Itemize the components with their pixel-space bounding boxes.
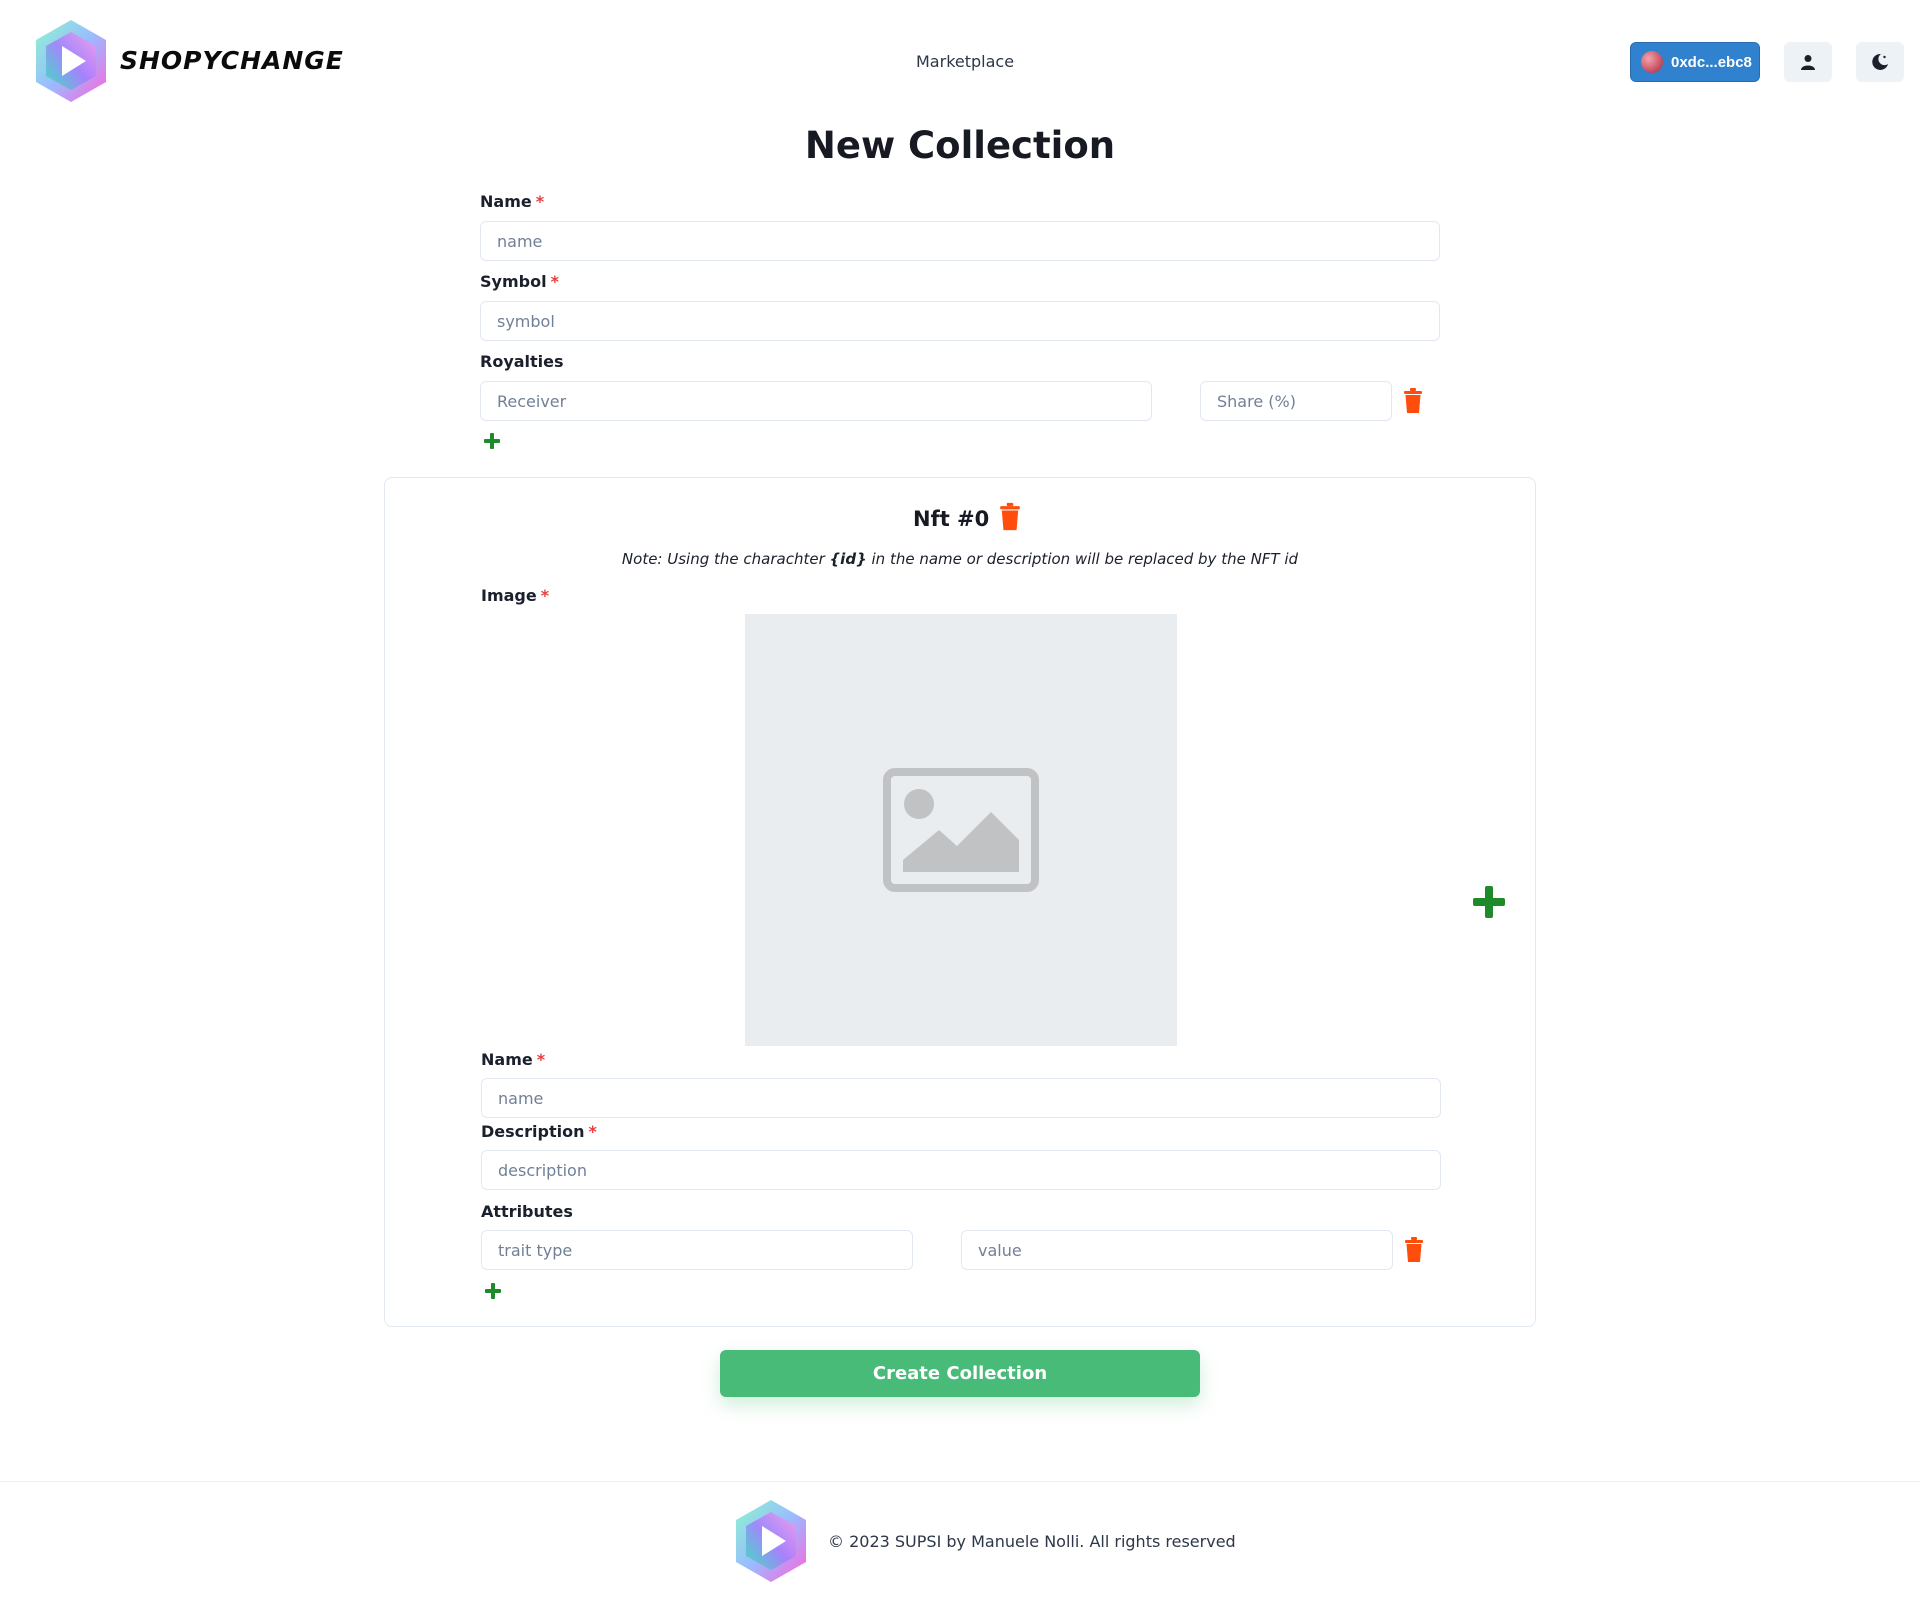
description-label: Description * (481, 1122, 597, 1141)
required-mark: * (540, 586, 550, 605)
required-mark: * (535, 192, 545, 211)
description-input[interactable] (481, 1150, 1441, 1190)
add-royalty-plus-icon[interactable] (484, 433, 500, 449)
id-replacement-note: Note: Using the charachter {id} in the n… (0, 550, 1920, 568)
symbol-label: Symbol * (480, 272, 559, 291)
royalties-label: Royalties (480, 352, 564, 371)
collection-name-input[interactable] (480, 221, 1440, 261)
nft-name-label-text: Name (481, 1050, 533, 1069)
description-label-text: Description (481, 1122, 585, 1141)
attributes-label: Attributes (481, 1202, 573, 1221)
image-label-text: Image (481, 586, 537, 605)
brand-name[interactable]: SHOPYCHANGE (120, 46, 344, 75)
footer-divider (0, 1481, 1920, 1482)
collection-name-label-text: Name (480, 192, 532, 211)
note-prefix: Note: Using the charachter (621, 550, 830, 568)
shopychange-logo[interactable] (34, 18, 108, 104)
footer-logo (736, 1500, 806, 1582)
symbol-input[interactable] (480, 301, 1440, 341)
wallet-address: 0xdc...ebc8 (1671, 53, 1752, 71)
wallet-avatar (1641, 51, 1663, 73)
delete-royalty-trash-icon[interactable] (1402, 388, 1424, 414)
collection-name-label: Name * (480, 192, 544, 211)
note-token: {id} (829, 550, 867, 568)
delete-attribute-trash-icon[interactable] (1403, 1237, 1425, 1263)
profile-button[interactable] (1784, 42, 1832, 82)
nft-name-input[interactable] (481, 1078, 1441, 1118)
add-nft-plus-icon[interactable] (1473, 886, 1505, 918)
footer-copyright: © 2023 SUPSI by Manuele Nolli. All right… (828, 1532, 1236, 1551)
nft-name-label: Name * (481, 1050, 545, 1069)
delete-nft-trash-icon[interactable] (998, 502, 1022, 532)
required-mark: * (536, 1050, 546, 1069)
trait-value-input[interactable] (961, 1230, 1393, 1270)
required-mark: * (588, 1122, 597, 1141)
nft-title: Nft #0 (913, 507, 990, 531)
image-placeholder-icon (883, 768, 1039, 892)
royalty-share-input[interactable] (1200, 381, 1392, 421)
required-mark: * (550, 272, 559, 291)
symbol-label-text: Symbol (480, 272, 547, 291)
wallet-button[interactable]: 0xdc...ebc8 (1630, 42, 1760, 82)
note-suffix: in the name or description will be repla… (866, 550, 1299, 568)
create-collection-button[interactable]: Create Collection (720, 1350, 1200, 1397)
moon-icon (1872, 53, 1888, 70)
image-label: Image * (481, 586, 549, 605)
user-icon (1801, 55, 1815, 70)
add-attribute-plus-icon[interactable] (485, 1283, 501, 1299)
page-title: New Collection (804, 124, 1116, 167)
royalty-receiver-input[interactable] (480, 381, 1152, 421)
image-upload-area[interactable] (745, 614, 1177, 1046)
nav-marketplace-link[interactable]: Marketplace (916, 52, 1014, 71)
trait-type-input[interactable] (481, 1230, 913, 1270)
theme-toggle-button[interactable] (1856, 42, 1904, 82)
